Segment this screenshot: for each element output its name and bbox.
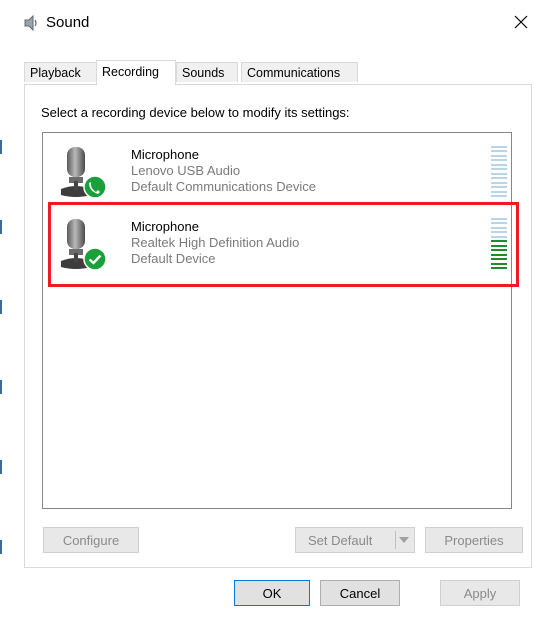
window-title: Sound [46, 14, 90, 31]
cancel-button[interactable]: Cancel [320, 580, 400, 606]
apply-button[interactable]: Apply [440, 580, 520, 606]
recording-panel: Select a recording device below to modif… [24, 84, 532, 568]
level-segment [491, 154, 507, 157]
phone-icon [83, 175, 107, 199]
edge-mark [0, 460, 2, 474]
level-segment [491, 168, 507, 170]
configure-button[interactable]: Configure [43, 527, 139, 553]
tab-recording[interactable]: Recording [96, 60, 176, 85]
edge-mark [0, 300, 2, 314]
ok-button[interactable]: OK [234, 580, 310, 606]
level-segment [491, 186, 507, 188]
close-button[interactable] [503, 6, 539, 38]
level-meter [491, 143, 507, 199]
level-segment [491, 163, 507, 166]
level-segment [491, 150, 507, 152]
device-name: Microphone [131, 147, 199, 162]
split-separator [395, 531, 396, 549]
window-left-edge [0, 0, 3, 617]
level-segment [491, 159, 507, 161]
level-segment [491, 172, 507, 175]
tab-communications[interactable]: Communications [241, 62, 358, 82]
title-bar: Sound [6, 0, 543, 44]
level-segment [491, 190, 507, 193]
set-default-button[interactable]: Set Default [295, 527, 415, 553]
level-segment [491, 195, 507, 197]
edge-mark [0, 540, 2, 554]
properties-button[interactable]: Properties [425, 527, 523, 553]
set-default-label: Set Default [308, 532, 373, 548]
selection-highlight [48, 202, 519, 287]
level-segment [491, 177, 507, 179]
tab-sounds[interactable]: Sounds [176, 62, 238, 82]
instruction-text: Select a recording device below to modif… [41, 105, 350, 120]
device-status: Default Communications Device [131, 179, 316, 194]
speaker-icon [24, 14, 37, 32]
edge-mark [0, 220, 2, 234]
device-driver: Lenovo USB Audio [131, 163, 241, 178]
device-item[interactable]: Microphone Lenovo USB Audio Default Comm… [53, 143, 511, 207]
edge-mark [0, 140, 2, 154]
chevron-down-icon[interactable] [399, 537, 409, 543]
level-segment [491, 145, 507, 148]
edge-mark [0, 380, 2, 394]
close-icon [514, 15, 528, 29]
tab-playback[interactable]: Playback [24, 62, 97, 82]
level-segment [491, 181, 507, 184]
device-list[interactable]: Microphone Lenovo USB Audio Default Comm… [42, 132, 512, 509]
